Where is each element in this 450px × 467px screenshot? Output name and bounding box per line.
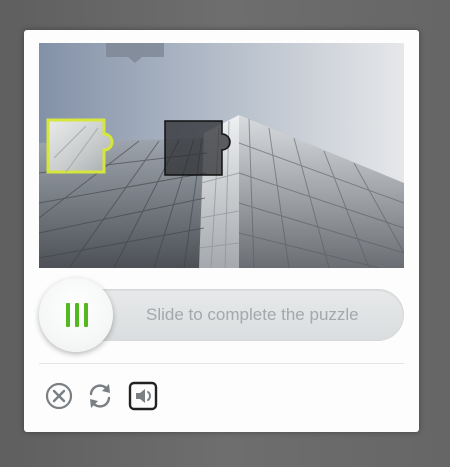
audio-button[interactable] bbox=[128, 381, 158, 411]
puzzle-slot bbox=[164, 120, 231, 176]
puzzle-image bbox=[39, 43, 404, 268]
top-hint-tab bbox=[106, 43, 164, 63]
close-circle-icon bbox=[45, 382, 73, 410]
refresh-button[interactable] bbox=[85, 381, 115, 411]
grip-lines-icon bbox=[66, 303, 88, 327]
speaker-icon bbox=[128, 381, 158, 411]
captcha-card: Slide to complete the puzzle bbox=[24, 30, 419, 432]
puzzle-piece[interactable] bbox=[46, 118, 118, 174]
slider-prompt: Slide to complete the puzzle bbox=[146, 305, 359, 324]
close-button[interactable] bbox=[44, 381, 74, 411]
toolbar-divider bbox=[39, 363, 404, 364]
slider-handle[interactable] bbox=[39, 278, 113, 352]
refresh-icon bbox=[89, 384, 111, 408]
